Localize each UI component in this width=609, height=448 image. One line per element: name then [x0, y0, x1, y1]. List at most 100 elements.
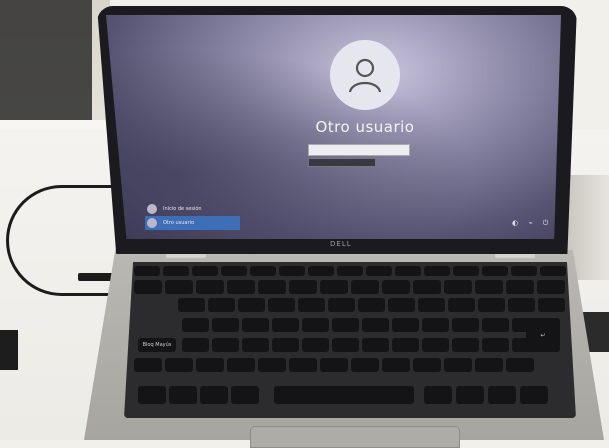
- keyboard-key[interactable]: [328, 298, 355, 312]
- keyboard-key[interactable]: [302, 338, 329, 352]
- keyboard-key[interactable]: [538, 298, 565, 312]
- keyboard-key[interactable]: [452, 318, 479, 332]
- keyboard-key[interactable]: [320, 280, 348, 294]
- keyboard-key[interactable]: [520, 386, 548, 404]
- keyboard-key[interactable]: [512, 338, 539, 352]
- keyboard-key[interactable]: [424, 386, 452, 404]
- keyboard-key[interactable]: [208, 298, 235, 312]
- keyboard-key[interactable]: [444, 358, 472, 372]
- system-tray-icons[interactable]: ◐ ⌁ ⏻: [512, 219, 552, 228]
- keyboard-key[interactable]: [448, 298, 475, 312]
- keyboard-key[interactable]: [308, 266, 334, 276]
- keyboard-key[interactable]: [134, 280, 162, 294]
- account-list-item-selected[interactable]: Otro usuario: [145, 216, 240, 230]
- password-input[interactable]: [308, 144, 410, 156]
- keyboard-key[interactable]: [506, 358, 534, 372]
- keyboard-key[interactable]: [258, 280, 286, 294]
- keyboard-key[interactable]: [508, 298, 535, 312]
- keyboard-key[interactable]: [272, 318, 299, 332]
- keyboard-key[interactable]: [362, 338, 389, 352]
- keyboard-key[interactable]: [475, 280, 503, 294]
- keyboard-key[interactable]: [242, 318, 269, 332]
- keyboard-key[interactable]: [134, 266, 160, 276]
- keyboard-key[interactable]: [221, 266, 247, 276]
- keyboard-key[interactable]: [506, 280, 534, 294]
- keyboard-key[interactable]: [413, 280, 441, 294]
- keyboard-key[interactable]: [366, 266, 392, 276]
- keyboard-key[interactable]: [337, 266, 363, 276]
- keyboard-key[interactable]: [382, 358, 410, 372]
- keyboard-key[interactable]: [452, 338, 479, 352]
- keyboard-key[interactable]: [200, 386, 228, 404]
- keyboard-key[interactable]: [424, 266, 450, 276]
- dark-object: [0, 0, 92, 120]
- keyboard-key[interactable]: [212, 318, 239, 332]
- laptop-brand-logo: DELL: [330, 240, 352, 248]
- keyboard-key[interactable]: [351, 358, 379, 372]
- keyboard-key[interactable]: [488, 386, 516, 404]
- keyboard-key[interactable]: [362, 318, 389, 332]
- keyboard-key[interactable]: [298, 298, 325, 312]
- keyboard-key[interactable]: [227, 280, 255, 294]
- keyboard-key[interactable]: [482, 266, 508, 276]
- keyboard-key[interactable]: [537, 280, 565, 294]
- keyboard-key[interactable]: [358, 298, 385, 312]
- keyboard-key[interactable]: [192, 266, 218, 276]
- keyboard-key[interactable]: [456, 386, 484, 404]
- keyboard-key[interactable]: [268, 298, 295, 312]
- keyboard-key[interactable]: [511, 266, 537, 276]
- keyboard-key[interactable]: [196, 280, 224, 294]
- keyboard-key[interactable]: [289, 358, 317, 372]
- keyboard-key[interactable]: [453, 266, 479, 276]
- keyboard-key[interactable]: [413, 358, 441, 372]
- keyboard-key[interactable]: [418, 298, 445, 312]
- keyboard-key[interactable]: [227, 358, 255, 372]
- keyboard-key[interactable]: [279, 266, 305, 276]
- keyboard-key[interactable]: [422, 318, 449, 332]
- keyboard-key[interactable]: [395, 266, 421, 276]
- keyboard-key[interactable]: [258, 358, 286, 372]
- account-list-item[interactable]: Inicio de sesión: [145, 202, 240, 216]
- space-key[interactable]: [274, 386, 414, 404]
- keyboard-key[interactable]: [320, 358, 348, 372]
- keyboard-key[interactable]: [332, 338, 359, 352]
- keyboard-key[interactable]: [272, 338, 299, 352]
- keyboard-key[interactable]: [182, 318, 209, 332]
- keyboard-key[interactable]: [163, 266, 189, 276]
- username-label: Otro usuario: [315, 118, 415, 136]
- keyboard-key[interactable]: [134, 358, 162, 372]
- keyboard-key[interactable]: [392, 338, 419, 352]
- keyboard-key[interactable]: [478, 298, 505, 312]
- keyboard-key[interactable]: [512, 318, 539, 332]
- keyboard-key[interactable]: [482, 318, 509, 332]
- keyboard-key[interactable]: [182, 338, 209, 352]
- keyboard-key[interactable]: [242, 338, 269, 352]
- keyboard-key[interactable]: [332, 318, 359, 332]
- keyboard-key[interactable]: [165, 280, 193, 294]
- keyboard-key[interactable]: [138, 386, 166, 404]
- keyboard-key[interactable]: [165, 358, 193, 372]
- keyboard-key[interactable]: [475, 358, 503, 372]
- keyboard-key[interactable]: [250, 266, 276, 276]
- user-avatar: [330, 40, 400, 110]
- keyboard-key[interactable]: [388, 298, 415, 312]
- keyboard-key[interactable]: [422, 338, 449, 352]
- keyboard-key[interactable]: [169, 386, 197, 404]
- keyboard-key[interactable]: [238, 298, 265, 312]
- keyboard-key[interactable]: [212, 338, 239, 352]
- caps-lock-key[interactable]: Bloq Mayús: [138, 338, 176, 352]
- pin-input[interactable]: [308, 158, 376, 167]
- account-label: Inicio de sesión: [163, 206, 202, 212]
- keyboard-key[interactable]: [351, 280, 379, 294]
- keyboard-key[interactable]: [302, 318, 329, 332]
- touchpad[interactable]: [250, 426, 460, 448]
- keyboard-key[interactable]: [178, 298, 205, 312]
- keyboard-key[interactable]: [540, 266, 566, 276]
- keyboard-key[interactable]: [444, 280, 472, 294]
- keyboard-key[interactable]: [231, 386, 259, 404]
- keyboard-key[interactable]: [392, 318, 419, 332]
- keyboard-key[interactable]: [196, 358, 224, 372]
- keyboard-key[interactable]: [382, 280, 410, 294]
- keyboard-key[interactable]: [482, 338, 509, 352]
- keyboard-key[interactable]: [289, 280, 317, 294]
